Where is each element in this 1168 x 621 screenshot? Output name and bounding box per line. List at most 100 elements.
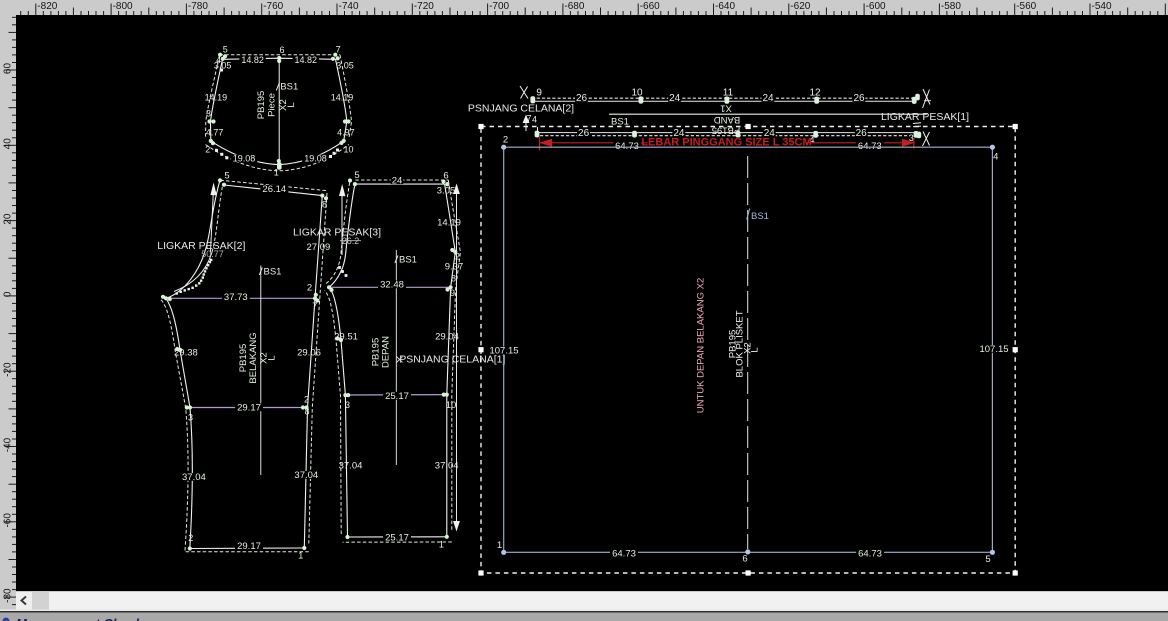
svg-text:6: 6	[279, 45, 284, 55]
svg-text:BELAKANG: BELAKANG	[248, 332, 259, 383]
svg-text:11: 11	[723, 87, 734, 98]
svg-text:Measurement Check: Measurement Check	[16, 616, 143, 621]
svg-text:14.19: 14.19	[437, 218, 461, 229]
svg-text:19.08: 19.08	[304, 153, 327, 163]
svg-text:-680: -680	[564, 1, 584, 12]
svg-text:3: 3	[345, 400, 350, 410]
svg-text:8: 8	[322, 199, 327, 210]
svg-text:-40: -40	[3, 437, 14, 452]
svg-text:1: 1	[439, 540, 444, 551]
svg-text:-780: -780	[188, 1, 208, 12]
svg-text:1: 1	[298, 550, 303, 561]
svg-text:29.06: 29.06	[297, 347, 321, 358]
svg-text:26: 26	[853, 93, 865, 104]
svg-text:-700: -700	[489, 1, 509, 12]
svg-text:-620: -620	[790, 1, 810, 12]
svg-text:9.37: 9.37	[445, 261, 464, 272]
svg-text:4.77: 4.77	[206, 127, 224, 137]
svg-text:3.05: 3.05	[214, 60, 232, 70]
svg-text:64.73: 64.73	[858, 141, 882, 152]
svg-text:27.09: 27.09	[307, 242, 331, 253]
svg-text:2: 2	[188, 533, 193, 543]
svg-text:7: 7	[336, 45, 341, 55]
svg-text:37.04: 37.04	[435, 461, 459, 472]
svg-text:5: 5	[224, 170, 229, 181]
svg-text:PB195: PB195	[712, 125, 741, 136]
svg-text:10: 10	[631, 87, 643, 98]
svg-text:25.17: 25.17	[385, 532, 409, 543]
svg-text:-560: -560	[1016, 1, 1036, 12]
svg-text:4.97: 4.97	[337, 127, 355, 137]
svg-text:12: 12	[809, 87, 821, 98]
svg-text:107.15: 107.15	[489, 346, 518, 357]
svg-text:40: 40	[3, 138, 14, 150]
svg-text:3.05: 3.05	[336, 60, 354, 70]
svg-text:32.48: 32.48	[380, 280, 404, 291]
svg-text:10: 10	[343, 144, 353, 154]
svg-text:-820: -820	[37, 1, 57, 12]
svg-text:-80: -80	[3, 588, 14, 603]
svg-text:29.17: 29.17	[237, 541, 261, 552]
svg-text:X1: X1	[720, 103, 732, 114]
svg-text:3.05: 3.05	[437, 185, 456, 196]
svg-text:64.73: 64.73	[612, 548, 636, 559]
svg-text:5: 5	[985, 554, 990, 565]
svg-text:37.04: 37.04	[182, 472, 206, 483]
svg-text:LIGKAR PESAK[3]: LIGKAR PESAK[3]	[293, 227, 381, 239]
svg-text:-540: -540	[1092, 1, 1112, 12]
svg-text:26: 26	[578, 128, 590, 139]
svg-text:7: 7	[312, 301, 317, 312]
svg-text:29.04: 29.04	[435, 331, 459, 342]
svg-text:Piece: Piece	[267, 93, 278, 117]
svg-text:2: 2	[455, 251, 460, 261]
svg-text:2: 2	[307, 283, 312, 294]
svg-text:-720: -720	[414, 1, 434, 12]
svg-text:5: 5	[223, 45, 228, 55]
svg-text:26: 26	[856, 128, 868, 139]
svg-text:37.04: 37.04	[294, 470, 318, 481]
svg-text:64.73: 64.73	[615, 141, 639, 152]
svg-text:14.19: 14.19	[331, 93, 354, 103]
svg-text:5: 5	[354, 170, 359, 181]
svg-text:BS1: BS1	[399, 254, 417, 265]
svg-text:-740: -740	[339, 1, 359, 12]
svg-text:107.15: 107.15	[979, 344, 1008, 355]
svg-text:-20: -20	[3, 362, 14, 377]
svg-text:4: 4	[532, 115, 537, 125]
svg-text:14.82: 14.82	[241, 55, 264, 65]
svg-text:BS1: BS1	[751, 211, 769, 222]
svg-text:3: 3	[206, 108, 211, 118]
svg-text:L: L	[750, 347, 761, 352]
svg-text:24: 24	[762, 93, 774, 104]
svg-text:50.77: 50.77	[201, 249, 224, 259]
svg-text:26.14: 26.14	[262, 184, 286, 195]
svg-text:29.38: 29.38	[174, 347, 198, 358]
svg-text:BAND: BAND	[714, 114, 741, 125]
svg-text:2: 2	[503, 134, 508, 145]
svg-text:-760: -760	[263, 1, 283, 12]
svg-text:PSNJANG CELANA[2]: PSNJANG CELANA[2]	[468, 103, 574, 115]
svg-text:9: 9	[450, 288, 455, 298]
svg-text:10: 10	[446, 400, 457, 411]
svg-text:2: 2	[205, 144, 210, 154]
svg-text:BS1: BS1	[264, 267, 282, 278]
svg-text:-660: -660	[640, 1, 660, 12]
svg-text:LIGKAR PESAK[1]: LIGKAR PESAK[1]	[881, 111, 969, 123]
svg-text:-580: -580	[941, 1, 961, 12]
svg-text:4: 4	[993, 152, 998, 163]
svg-text:14.19: 14.19	[205, 93, 228, 103]
svg-text:-600: -600	[866, 1, 886, 12]
svg-text:26: 26	[576, 93, 588, 104]
svg-text:PB195: PB195	[256, 91, 267, 120]
svg-text:14.82: 14.82	[295, 55, 318, 65]
svg-text:0: 0	[3, 291, 14, 297]
svg-text:37.73: 37.73	[224, 292, 248, 303]
svg-text:3: 3	[188, 413, 193, 423]
svg-text:25.17: 25.17	[385, 391, 409, 402]
svg-text:BS1: BS1	[611, 116, 629, 127]
svg-text:19.08: 19.08	[233, 153, 256, 163]
svg-text:-60: -60	[3, 513, 14, 528]
svg-text:6: 6	[443, 171, 448, 182]
svg-text:64.73: 64.73	[858, 548, 882, 559]
svg-text:L: L	[267, 355, 278, 360]
